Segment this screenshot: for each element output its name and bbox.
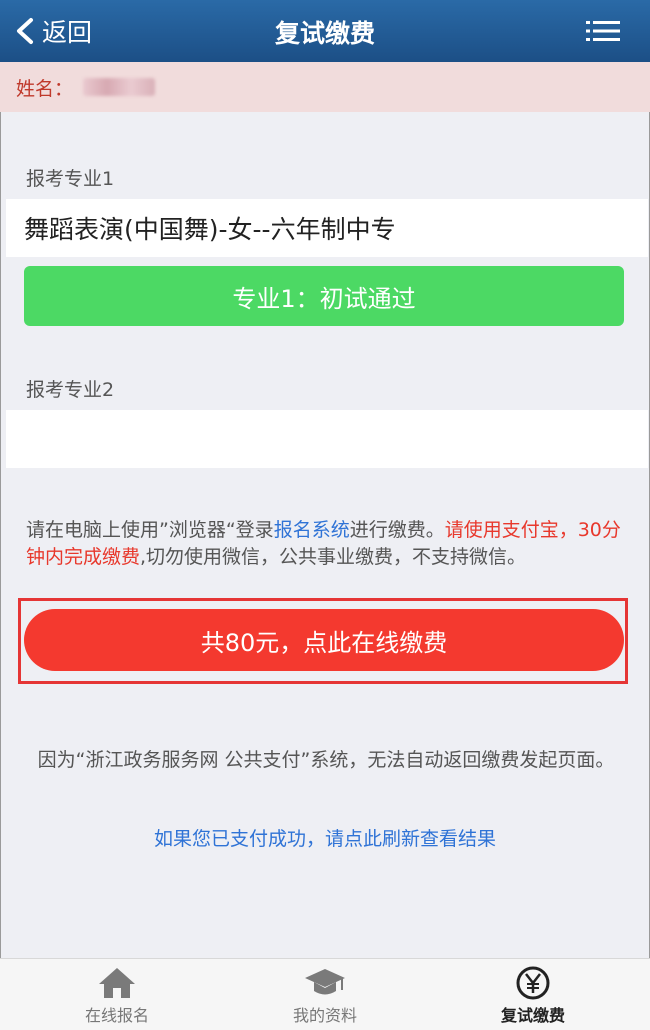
graduation-cap-icon: [305, 969, 345, 995]
tab-my-profile[interactable]: 我的资料: [217, 959, 433, 1030]
major1-value: 舞蹈表演(中国舞)-女--六年制中专: [24, 215, 396, 244]
pay-online-button[interactable]: 共80元，点此在线缴费: [24, 609, 624, 671]
tab-online-registration[interactable]: 在线报名: [9, 959, 225, 1030]
tab-retest-payment[interactable]: 复试缴费: [425, 959, 641, 1030]
notice-text-1: 请在电脑上使用”浏览器“登录: [26, 519, 274, 541]
screen-frame: [0, 0, 650, 1029]
yen-icon: [516, 966, 550, 1000]
bottom-tab-bar: 在线报名 我的资料 复试缴费: [0, 958, 650, 1030]
tab-label: 在线报名: [84, 1006, 149, 1025]
major1-label: 报考专业1: [26, 168, 115, 190]
major2-label: 报考专业2: [26, 379, 115, 401]
major1-status-badge: 专业1：初试通过: [24, 266, 624, 326]
major1-field: 舞蹈表演(中国舞)-女--六年制中专: [6, 199, 648, 257]
refresh-result-link[interactable]: 如果您已支付成功，请点此刷新查看结果: [0, 824, 650, 851]
menu-icon[interactable]: [586, 20, 620, 42]
name-redacted: [83, 78, 156, 96]
notice-text-2: 进行缴费。: [349, 519, 445, 541]
tab-label: 我的资料: [292, 1006, 357, 1025]
name-label: 姓名：: [16, 77, 74, 100]
major2-field: [6, 410, 648, 468]
tab-label: 复试缴费: [500, 1006, 565, 1025]
notice-text-3: ,切勿使用微信，公共事业缴费，不支持微信。: [140, 546, 527, 568]
header-bar: 返回 复试缴费: [0, 0, 650, 62]
name-bar: 姓名：: [0, 62, 650, 112]
registration-system-link[interactable]: 报名系统: [274, 519, 350, 541]
page-title: 复试缴费: [274, 19, 375, 48]
home-icon: [99, 968, 135, 998]
info-text: 因为“浙江政务服务网 公共支付”系统，无法自动返回缴费发起页面。: [37, 749, 615, 771]
payment-notice: 请在电脑上使用”浏览器“登录报名系统进行缴费。请使用支付宝，30分钟内完成缴费,…: [26, 517, 626, 571]
